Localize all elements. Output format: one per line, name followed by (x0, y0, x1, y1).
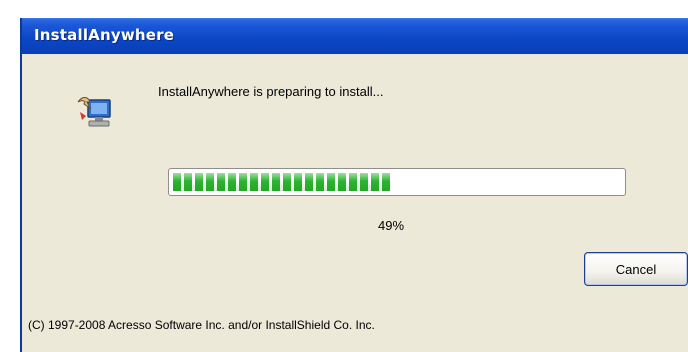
title-bar[interactable]: InstallAnywhere (22, 18, 688, 54)
progress-percent-label: 49% (378, 218, 405, 233)
progress-bar (168, 168, 626, 196)
window-title: InstallAnywhere (34, 26, 175, 44)
cancel-button[interactable]: Cancel (584, 252, 688, 286)
copyright-notice: (C) 1997-2008 Acresso Software Inc. and/… (28, 318, 375, 332)
status-message: InstallAnywhere is preparing to install.… (158, 84, 384, 99)
installer-window: InstallAnywhere InstallAnywhere is prepa… (20, 18, 688, 352)
progress-fill (173, 173, 390, 191)
installer-computer-icon (77, 97, 111, 127)
